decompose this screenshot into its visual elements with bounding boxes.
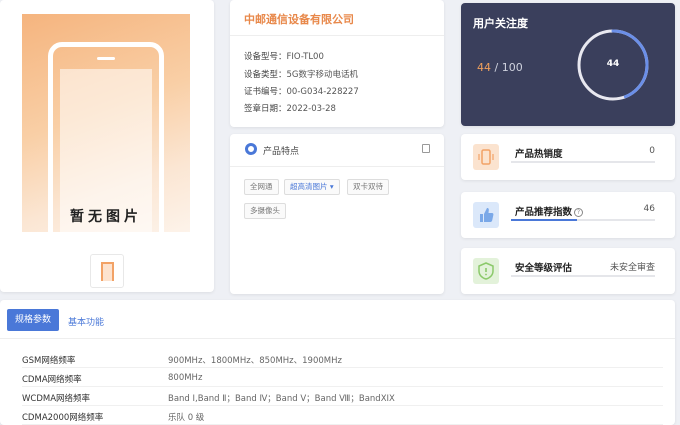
info-row-model: 设备型号：FIO-TL00 xyxy=(244,50,324,62)
phone-speaker xyxy=(97,57,115,60)
info-value: 00-G034-228227 xyxy=(286,87,359,97)
metric-card-safety: 安全等级评估 未安全审查 xyxy=(461,248,675,294)
info-icon[interactable]: ? xyxy=(574,208,584,217)
thumbs-up-icon xyxy=(473,202,499,228)
divider xyxy=(0,338,675,339)
metric-label: 产品推荐指数? xyxy=(515,204,584,218)
product-image-card: 暂无图片 xyxy=(0,0,214,292)
metric-card-recommendation: 产品推荐指数? 46 xyxy=(461,192,675,238)
document-icon[interactable] xyxy=(422,144,430,153)
info-value: 5G数字移动电话机 xyxy=(286,70,359,80)
tab-spec-params[interactable]: 规格参数 xyxy=(7,309,59,331)
metric-label: 产品热销度 xyxy=(515,149,563,160)
company-info-card: 中邮通信设备有限公司 设备型号：FIO-TL00 设备类型：5G数字移动电话机 … xyxy=(230,0,444,127)
spec-value: 800MHz xyxy=(168,373,203,383)
table-row: CDMA网络频率 800MHz xyxy=(22,369,663,387)
info-label: 设备型号： xyxy=(244,52,287,62)
info-row-cert: 证书编号：00-G034-228227 xyxy=(244,85,359,97)
metric-value: 未安全审查 xyxy=(609,263,655,273)
shield-alert-icon xyxy=(473,258,499,284)
attention-value: 44 xyxy=(477,61,491,74)
tab-basic-functions[interactable]: 基本功能 xyxy=(68,315,104,328)
feature-tag[interactable]: 全网通 xyxy=(244,179,279,195)
spec-key: CDMA2000网络频率 xyxy=(22,413,104,423)
info-label: 签章日期： xyxy=(244,104,287,114)
product-features-card: 产品特点 全网通 超高清图片 ▾ 双卡双待 多摄像头 xyxy=(230,134,444,294)
attention-score: 44 / 100 xyxy=(477,61,523,74)
product-image-placeholder: 暂无图片 xyxy=(22,14,190,232)
spec-key: WCDMA网络频率 xyxy=(22,394,91,404)
phone-illustration-icon xyxy=(48,42,164,232)
info-value: 2022-03-28 xyxy=(286,104,336,114)
ring-value: 44 xyxy=(606,59,620,69)
table-row: WCDMA网络频率 Band Ⅰ,Band Ⅱ；Band Ⅳ；Band Ⅴ；Ba… xyxy=(22,388,663,406)
feature-tag[interactable]: 双卡双待 xyxy=(347,179,389,195)
metric-value: 46 xyxy=(643,204,655,214)
company-name: 中邮通信设备有限公司 xyxy=(244,13,354,26)
spec-key: CDMA网络频率 xyxy=(22,375,82,385)
no-image-label: 暂无图片 xyxy=(70,209,142,225)
thumbnail-phone-icon xyxy=(101,262,114,281)
user-attention-card: 用户关注度 44 / 100 44 xyxy=(461,3,675,126)
metric-progress-fill xyxy=(511,219,578,221)
phone-vibrate-icon xyxy=(473,144,499,170)
spec-key: GSM网络频率 xyxy=(22,356,76,366)
divider xyxy=(230,35,444,36)
attention-separator: / xyxy=(494,61,499,74)
feature-tag-label: 超高清图片 xyxy=(290,182,328,191)
metric-progress-track xyxy=(511,219,655,221)
spec-value: 900MHz、1800MHz、850MHz、1900MHz xyxy=(168,356,342,366)
info-value: FIO-TL00 xyxy=(286,52,324,62)
spec-value: Band Ⅰ,Band Ⅱ；Band Ⅳ；Band Ⅴ；Band Ⅷ；BandX… xyxy=(168,394,395,404)
features-title: 产品特点 xyxy=(263,147,300,157)
info-label: 设备类型： xyxy=(244,70,287,80)
table-row: CDMA2000网络频率 乐队 0 级 xyxy=(22,407,663,425)
feature-tag[interactable]: 多摄像头 xyxy=(244,203,286,219)
metric-value: 0 xyxy=(649,146,655,156)
metric-progress-track xyxy=(511,275,655,277)
info-label: 证书编号： xyxy=(244,87,287,97)
table-row: GSM网络频率 900MHz、1800MHz、850MHz、1900MHz xyxy=(22,350,663,368)
gear-icon xyxy=(245,143,257,155)
attention-title: 用户关注度 xyxy=(473,17,528,30)
spec-value: 乐队 0 级 xyxy=(168,413,205,423)
metric-label: 安全等级评估 xyxy=(515,263,573,274)
metric-label-text: 产品推荐指数 xyxy=(515,207,573,218)
spec-panel: 规格参数 基本功能 GSM网络频率 900MHz、1800MHz、850MHz、… xyxy=(0,300,675,425)
info-row-date: 签章日期：2022-03-28 xyxy=(244,102,336,114)
divider xyxy=(230,166,444,167)
attention-max: 100 xyxy=(501,61,523,74)
caret-down-icon: ▾ xyxy=(329,182,334,191)
image-thumbnail[interactable] xyxy=(90,254,124,288)
feature-tag-expandable[interactable]: 超高清图片 ▾ xyxy=(284,179,340,195)
metric-card-hot-sales: 产品热销度 0 xyxy=(461,134,675,180)
info-row-type: 设备类型：5G数字移动电话机 xyxy=(244,68,358,80)
metric-progress-track xyxy=(511,161,655,163)
